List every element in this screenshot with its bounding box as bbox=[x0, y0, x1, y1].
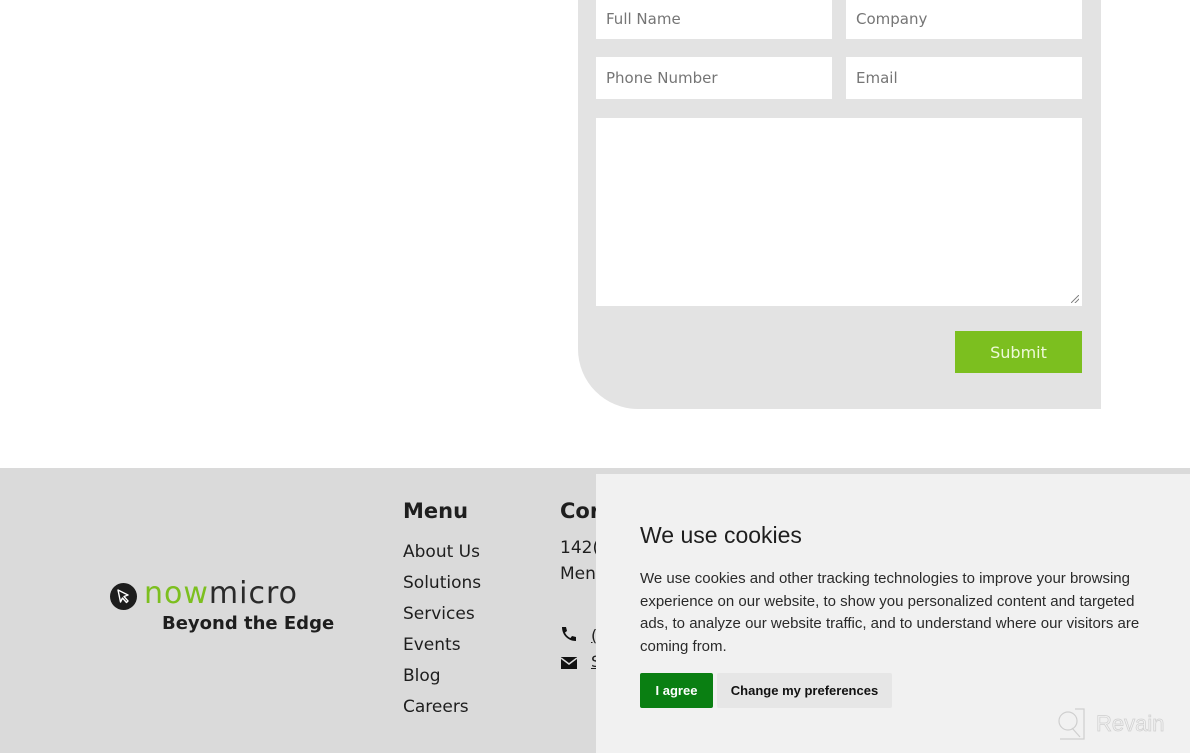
footer-link-services[interactable]: Services bbox=[403, 602, 481, 633]
email-input[interactable] bbox=[846, 57, 1082, 99]
logo-word-now: now bbox=[144, 576, 209, 611]
cursor-arrow-icon bbox=[110, 583, 137, 610]
logo-word-micro: micro bbox=[208, 576, 298, 611]
envelope-icon bbox=[560, 657, 578, 669]
revain-logo-icon bbox=[1058, 708, 1085, 740]
footer-contact-title: Cor bbox=[560, 499, 601, 523]
company-input[interactable] bbox=[846, 0, 1082, 39]
footer-menu-title: Menu bbox=[403, 499, 469, 523]
footer-link-blog[interactable]: Blog bbox=[403, 664, 481, 695]
change-preferences-button[interactable]: Change my preferences bbox=[717, 673, 892, 708]
revain-watermark: Revain bbox=[1056, 707, 1165, 741]
submit-button[interactable]: Submit bbox=[955, 331, 1082, 373]
contact-form-panel: Submit bbox=[578, 0, 1101, 409]
message-textarea[interactable] bbox=[596, 118, 1082, 306]
logo-wordmark: nowmicro bbox=[144, 577, 298, 611]
footer-link-careers[interactable]: Careers bbox=[403, 695, 481, 726]
phone-icon bbox=[562, 627, 576, 641]
contact-address-line2: Men bbox=[560, 564, 596, 584]
tagline: Beyond the Edge bbox=[162, 613, 335, 634]
cookie-description: We use cookies and other tracking techno… bbox=[640, 570, 1140, 655]
contact-address-line1: 142( bbox=[560, 538, 600, 558]
agree-button[interactable]: I agree bbox=[640, 673, 713, 708]
footer-link-about-us[interactable]: About Us bbox=[403, 540, 481, 571]
footer-link-solutions[interactable]: Solutions bbox=[403, 571, 481, 602]
cookie-title: We use cookies bbox=[640, 522, 802, 548]
resize-handle-icon[interactable] bbox=[1071, 295, 1079, 303]
footer-link-events[interactable]: Events bbox=[403, 633, 481, 664]
revain-watermark-text: Revain bbox=[1096, 711, 1165, 737]
footer-menu-list: About Us Solutions Services Events Blog … bbox=[403, 540, 481, 726]
full-name-input[interactable] bbox=[596, 0, 832, 39]
phone-number-input[interactable] bbox=[596, 57, 832, 99]
